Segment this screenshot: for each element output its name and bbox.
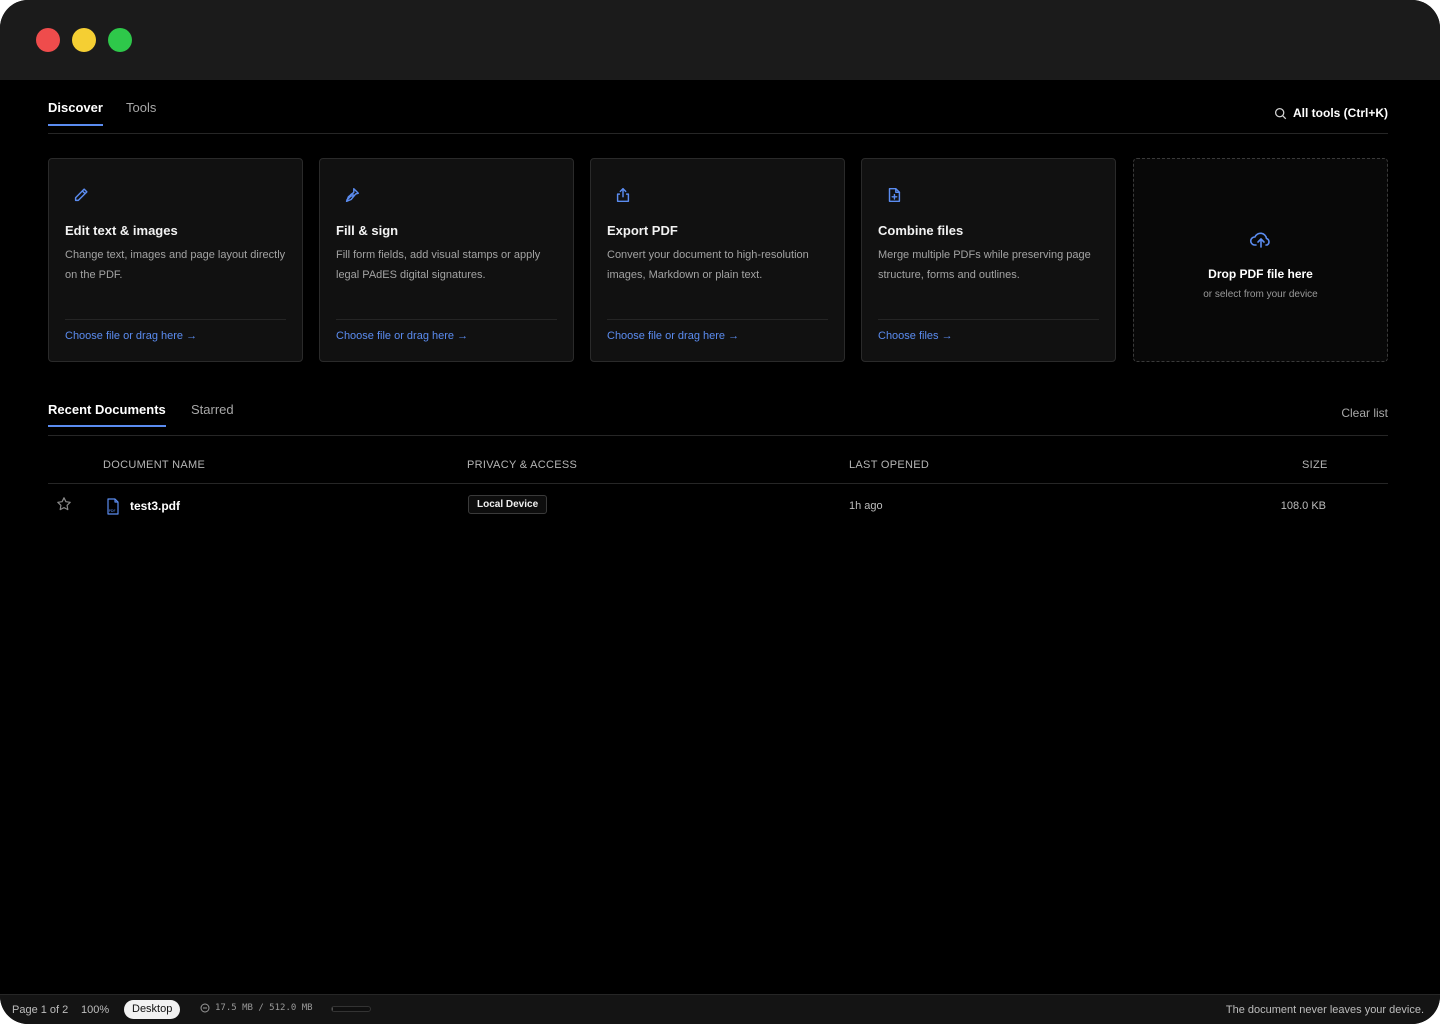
close-window-button[interactable] [36,28,60,52]
card-title: Edit text & images [65,223,178,238]
all-tools-label: All tools (Ctrl+K) [1293,106,1388,120]
recent-tab-bar: Recent Documents Starred Clear list [48,380,1388,436]
memory-bar [331,1006,371,1012]
memory-text: 17.5 MB / 512.0 MB [215,1003,313,1013]
card-divider [65,319,286,320]
tab-tools[interactable]: Tools [126,100,156,126]
card-edit-text-images[interactable]: Edit text & images Change text, images a… [48,158,303,362]
table-row[interactable]: PDF test3.pdf Local Device 1h ago 108.0 … [48,484,1388,528]
document-name[interactable]: test3.pdf [130,499,180,513]
privacy-note: The document never leaves your device. [1225,1004,1424,1016]
app-window: Discover Tools All tools (Ctrl+K) Edit t… [0,0,1440,1024]
tab-recent-documents[interactable]: Recent Documents [48,402,166,427]
clear-list-button[interactable]: Clear list [1341,406,1388,420]
card-description: Change text, images and page layout dire… [65,249,286,281]
pen-nib-icon [336,179,368,211]
share-icon [607,179,639,211]
drop-zone-subtitle: or select from your device [1203,289,1318,300]
memory-icon [200,1003,210,1013]
pencil-icon [65,179,97,211]
maximize-window-button[interactable] [108,28,132,52]
card-divider [878,319,1099,320]
status-bar: Page 1 of 2 100% Desktop 17.5 MB / 512.0… [0,994,1440,1024]
file-size: 108.0 KB [1280,500,1326,512]
column-header-size[interactable]: SIZE [1302,459,1328,471]
column-header-name[interactable]: DOCUMENT NAME [103,459,205,471]
card-export-pdf[interactable]: Export PDF Convert your document to high… [590,158,845,362]
zoom-level[interactable]: 100% [81,1004,109,1016]
star-icon[interactable] [56,496,72,512]
pdf-file-icon: PDF [107,498,119,515]
pdf-drop-zone[interactable]: Drop PDF file here or select from your d… [1133,158,1388,362]
drop-zone-title: Drop PDF file here [1208,267,1313,281]
title-bar [0,0,1440,80]
tab-discover[interactable]: Discover [48,100,103,126]
mode-pill[interactable]: Desktop [124,1000,181,1019]
cloud-upload-icon [1249,232,1270,248]
choose-files-link[interactable]: Choose files → [878,330,953,342]
top-tab-bar: Discover Tools All tools (Ctrl+K) [48,80,1388,134]
card-title: Export PDF [607,223,678,238]
card-title: Combine files [878,223,964,238]
card-description: Fill form fields, add visual stamps or a… [336,249,541,281]
minimize-window-button[interactable] [72,28,96,52]
file-plus-icon [878,179,910,211]
page-indicator: Page 1 of 2 [12,1004,69,1016]
last-opened: 1h ago [849,500,883,512]
card-description: Convert your document to high-resolution… [607,249,809,281]
choose-file-link[interactable]: Choose file or drag here → [65,330,197,342]
svg-text:PDF: PDF [109,509,116,513]
card-description: Merge multiple PDFs while preserving pag… [878,249,1091,281]
card-fill-sign[interactable]: Fill & sign Fill form fields, add visual… [319,158,574,362]
choose-file-link[interactable]: Choose file or drag here → [336,330,468,342]
choose-file-link[interactable]: Choose file or drag here → [607,330,739,342]
column-header-last-opened[interactable]: LAST OPENED [849,459,929,471]
search-icon [1274,107,1287,119]
memory-usage: 17.5 MB / 512.0 MB [200,1003,313,1013]
all-tools-button[interactable]: All tools (Ctrl+K) [1274,106,1388,120]
card-divider [607,319,828,320]
column-header-privacy[interactable]: PRIVACY & ACCESS [467,459,577,471]
card-combine-files[interactable]: Combine files Merge multiple PDFs while … [861,158,1116,362]
card-divider [336,319,557,320]
privacy-badge: Local Device [468,495,548,514]
tab-starred[interactable]: Starred [191,402,234,427]
card-title: Fill & sign [336,223,399,238]
memory-bar-fill [332,1007,334,1011]
